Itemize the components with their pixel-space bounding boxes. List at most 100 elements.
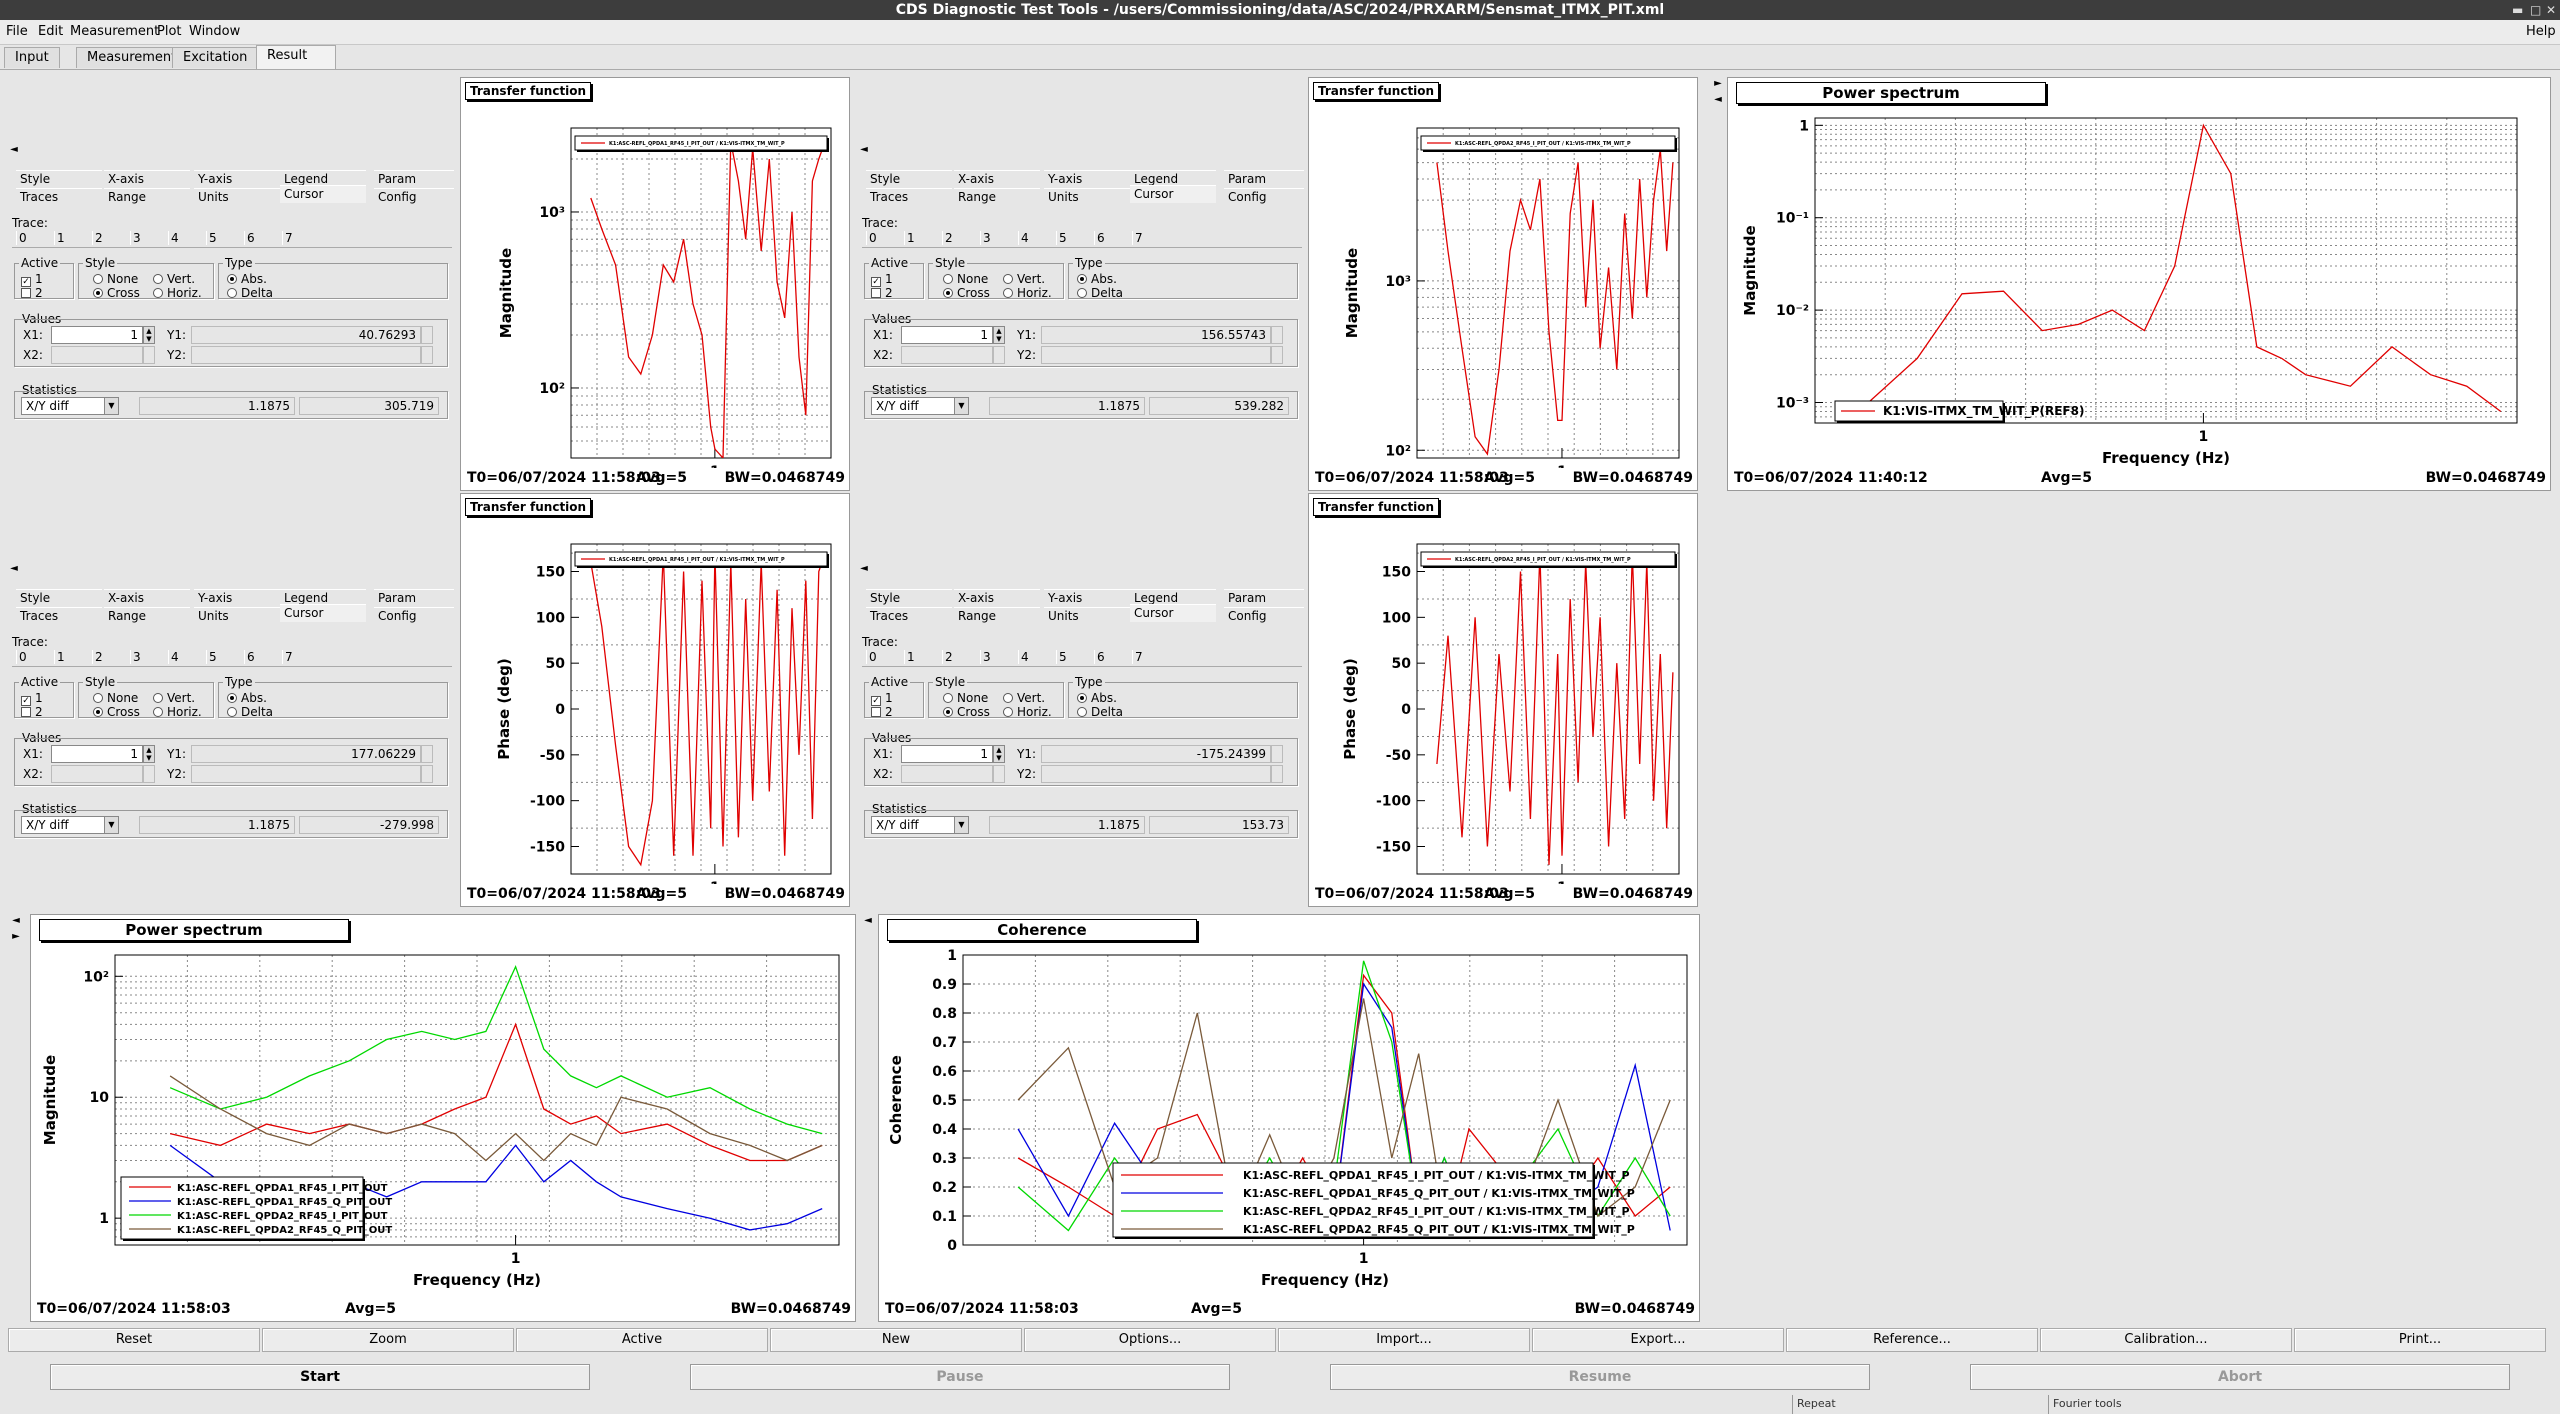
style-radio-vert[interactable]: Vert. [153,691,195,705]
active-checkbox-1[interactable]: ✓ 1 [21,272,43,287]
style-radio-horiz[interactable]: Horiz. [1003,705,1052,719]
x2-spin-icon[interactable] [143,346,155,364]
y2-spin-icon[interactable] [421,346,433,364]
collapse-left-icon[interactable]: ◄ [858,143,870,157]
active-checkbox-1[interactable]: ✓ 1 [871,691,893,706]
options-tab-range[interactable]: Range [104,188,190,206]
trace-tab[interactable]: 6 [244,231,280,245]
options-tab-xaxis[interactable]: X-axis [104,170,190,188]
plot-panel[interactable]: Power spectrum T0=06/07/2024 11:58:03 Avg=… [30,914,856,1322]
y1-field[interactable]: 40.76293 [191,326,421,344]
style-radio-vert[interactable]: Vert. [1003,272,1045,286]
trace-tab[interactable]: 4 [168,650,204,664]
options-tab-range[interactable]: Range [954,607,1040,625]
y2-spin-icon[interactable] [1271,765,1283,783]
plot-panel[interactable]: Transfer function T0=06/07/2024 11:58:03 A… [1308,77,1698,491]
trace-tab[interactable]: 5 [1056,231,1092,245]
active-checkbox-1[interactable]: ✓ 1 [871,272,893,287]
chart-svg[interactable]: 10² 10 1 1 Frequency (Hz) Magnitude K1:ASC-REF… [31,915,857,1299]
options-tab-param[interactable]: Param [374,589,454,607]
style-radio-horiz[interactable]: Horiz. [153,286,202,300]
type-radio-abs[interactable]: Abs. [1077,272,1117,286]
style-radio-cross[interactable]: Cross [943,286,990,300]
y2-field[interactable] [1041,765,1271,783]
tab-excitation[interactable]: Excitation [172,47,259,68]
style-radio-none[interactable]: None [943,691,988,705]
pause-button[interactable]: Pause [690,1364,1230,1390]
options-tab-yaxis[interactable]: Y-axis [194,589,280,607]
tab-input[interactable]: Input [4,47,60,68]
style-radio-cross[interactable]: Cross [93,286,140,300]
calibration-button[interactable]: Calibration... [2040,1328,2292,1352]
style-radio-horiz[interactable]: Horiz. [153,705,202,719]
y1-field[interactable]: 156.55743 [1041,326,1271,344]
options-tab-xaxis[interactable]: X-axis [954,589,1040,607]
trace-tab[interactable]: 1 [904,231,940,245]
style-radio-none[interactable]: None [93,691,138,705]
statistics-select[interactable]: X/Y diff ▼ [871,816,969,834]
trace-tab[interactable]: 4 [168,231,204,245]
menu-plot[interactable]: Plot [157,24,182,39]
trace-tab[interactable]: 5 [206,231,242,245]
options-tab-units[interactable]: Units [1044,607,1130,625]
trace-tab[interactable]: 4 [1018,650,1054,664]
style-radio-cross[interactable]: Cross [943,705,990,719]
y2-field[interactable] [1041,346,1271,364]
plot-panel[interactable]: Transfer function T0=06/07/2024 11:58:03 A… [460,77,850,491]
chevron-down-icon[interactable]: ▼ [104,817,118,833]
y1-field[interactable]: -175.24399 [1041,745,1271,763]
trace-tab[interactable]: 3 [980,650,1016,664]
trace-tab[interactable]: 2 [92,650,128,664]
reset-button[interactable]: Reset [8,1328,260,1352]
x2-spin-icon[interactable] [993,765,1005,783]
trace-tab[interactable]: 7 [282,650,318,664]
options-tab-yaxis[interactable]: Y-axis [1044,170,1130,188]
trace-tab[interactable]: 6 [244,650,280,664]
y1-spin-icon[interactable] [1271,745,1283,763]
trace-tab[interactable]: 6 [1094,650,1130,664]
tab-measurement[interactable]: Measurement [76,47,188,68]
menu-edit[interactable]: Edit [38,24,63,39]
x2-field[interactable] [901,765,993,783]
active-checkbox-2[interactable]: 2 [21,705,43,719]
export-button[interactable]: Export... [1532,1328,1784,1352]
style-radio-horiz[interactable]: Horiz. [1003,286,1052,300]
minimize-icon[interactable]: ▬ [2512,0,2523,20]
options-tab-traces[interactable]: Traces [16,188,102,206]
maximize-icon[interactable]: □ [2530,0,2541,20]
chart-svg[interactable]: 1 0.9 0.8 0.7 0.6 0.5 0.4 0.3 0.2 0.1 0 1 Frequency … [879,915,1701,1299]
options-tab-range[interactable]: Range [104,607,190,625]
options-tab-units[interactable]: Units [194,188,280,206]
expand-right-icon[interactable]: ► [10,930,22,944]
x1-spin-icon[interactable]: ▲ ▼ [993,326,1005,344]
zoom-button[interactable]: Zoom [262,1328,514,1352]
options-tab-yaxis[interactable]: Y-axis [1044,589,1130,607]
type-radio-delta[interactable]: Delta [227,705,273,719]
options-tab-xaxis[interactable]: X-axis [954,170,1040,188]
y2-spin-icon[interactable] [421,765,433,783]
menu-window[interactable]: Window [189,24,240,39]
x1-field[interactable]: 1 [901,745,993,763]
trace-tab[interactable]: 0 [866,650,902,664]
options-tab-traces[interactable]: Traces [16,607,102,625]
chevron-down-icon[interactable]: ▼ [104,398,118,414]
type-radio-abs[interactable]: Abs. [227,272,267,286]
menu-measurement[interactable]: Measurement [70,24,159,39]
y2-field[interactable] [191,765,421,783]
trace-tab[interactable]: 2 [942,650,978,664]
x2-spin-icon[interactable] [143,765,155,783]
collapse-left-icon[interactable]: ◄ [862,914,874,928]
x2-field[interactable] [51,765,143,783]
chevron-down-icon[interactable]: ▼ [954,398,968,414]
type-radio-delta[interactable]: Delta [227,286,273,300]
type-radio-delta[interactable]: Delta [1077,705,1123,719]
x1-spin-icon[interactable]: ▲ ▼ [143,745,155,763]
style-radio-cross[interactable]: Cross [93,705,140,719]
trace-tab[interactable]: 4 [1018,231,1054,245]
active-button[interactable]: Active [516,1328,768,1352]
options-tab-param[interactable]: Param [1224,589,1304,607]
y2-spin-icon[interactable] [1271,346,1283,364]
options-tab-config[interactable]: Config [1224,607,1304,625]
abort-button[interactable]: Abort [1970,1364,2510,1390]
new-button[interactable]: New [770,1328,1022,1352]
